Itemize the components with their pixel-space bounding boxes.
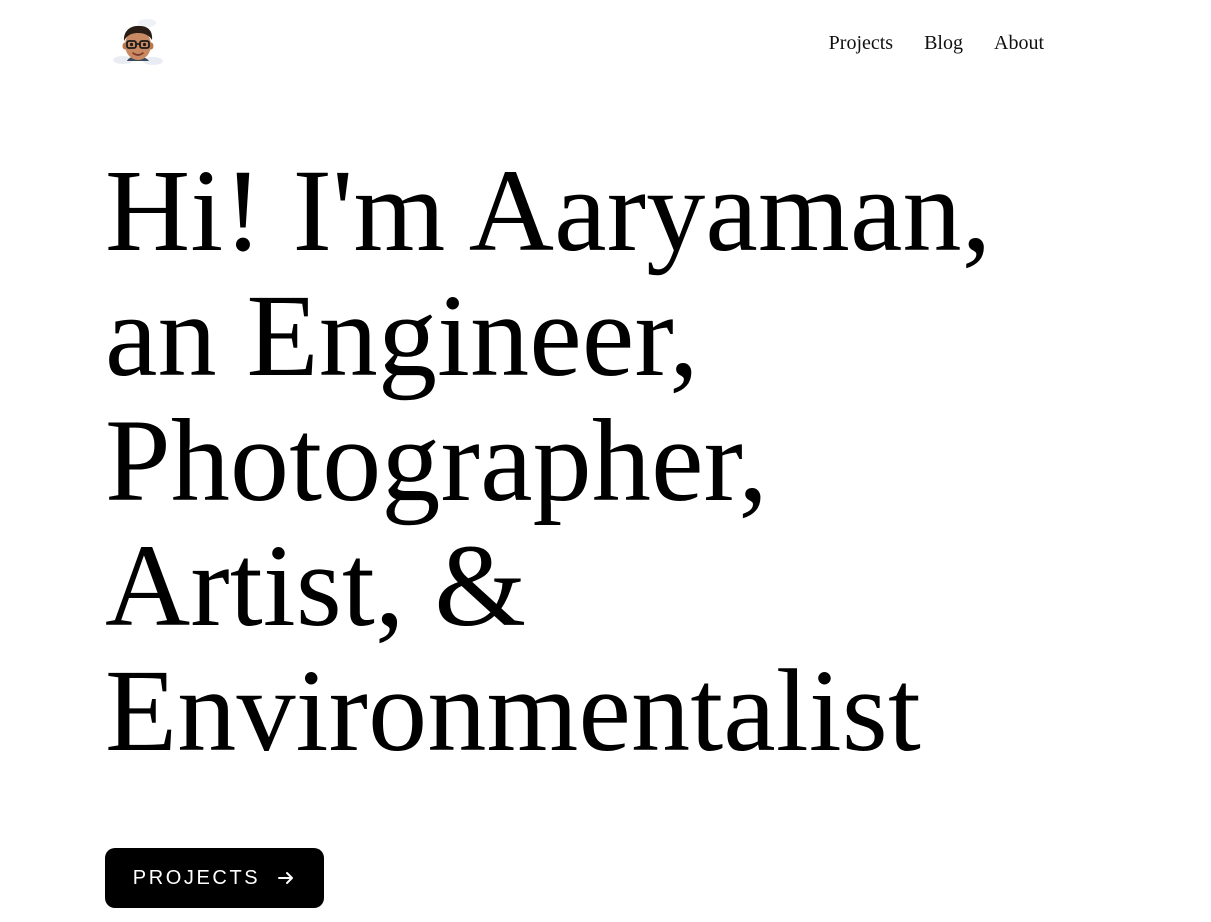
arrow-right-icon (278, 872, 294, 884)
main-nav: Projects Blog About (829, 30, 1044, 56)
hero-line-engineer: an Engineer, (105, 270, 699, 401)
nav-link-blog[interactable]: Blog (924, 30, 963, 56)
hero-line-photographer: Photographer, (105, 395, 769, 526)
hero-line-environmentalist: Environmentalist (105, 645, 921, 776)
hero-line-greeting: Hi! I'm Aaryaman, (105, 145, 992, 276)
site-header: Projects Blog About (0, 0, 1211, 86)
hero-heading: Hi! I'm Aaryaman, an Engineer, Photograp… (105, 148, 1105, 773)
projects-button-label: PROJECTS (132, 866, 261, 889)
memoji-avatar-icon[interactable] (109, 17, 167, 67)
hero-line-artist: Artist, & (105, 520, 527, 651)
nav-link-projects[interactable]: Projects (829, 30, 893, 56)
nav-link-about[interactable]: About (994, 30, 1044, 56)
projects-button[interactable]: PROJECTS (105, 848, 324, 908)
